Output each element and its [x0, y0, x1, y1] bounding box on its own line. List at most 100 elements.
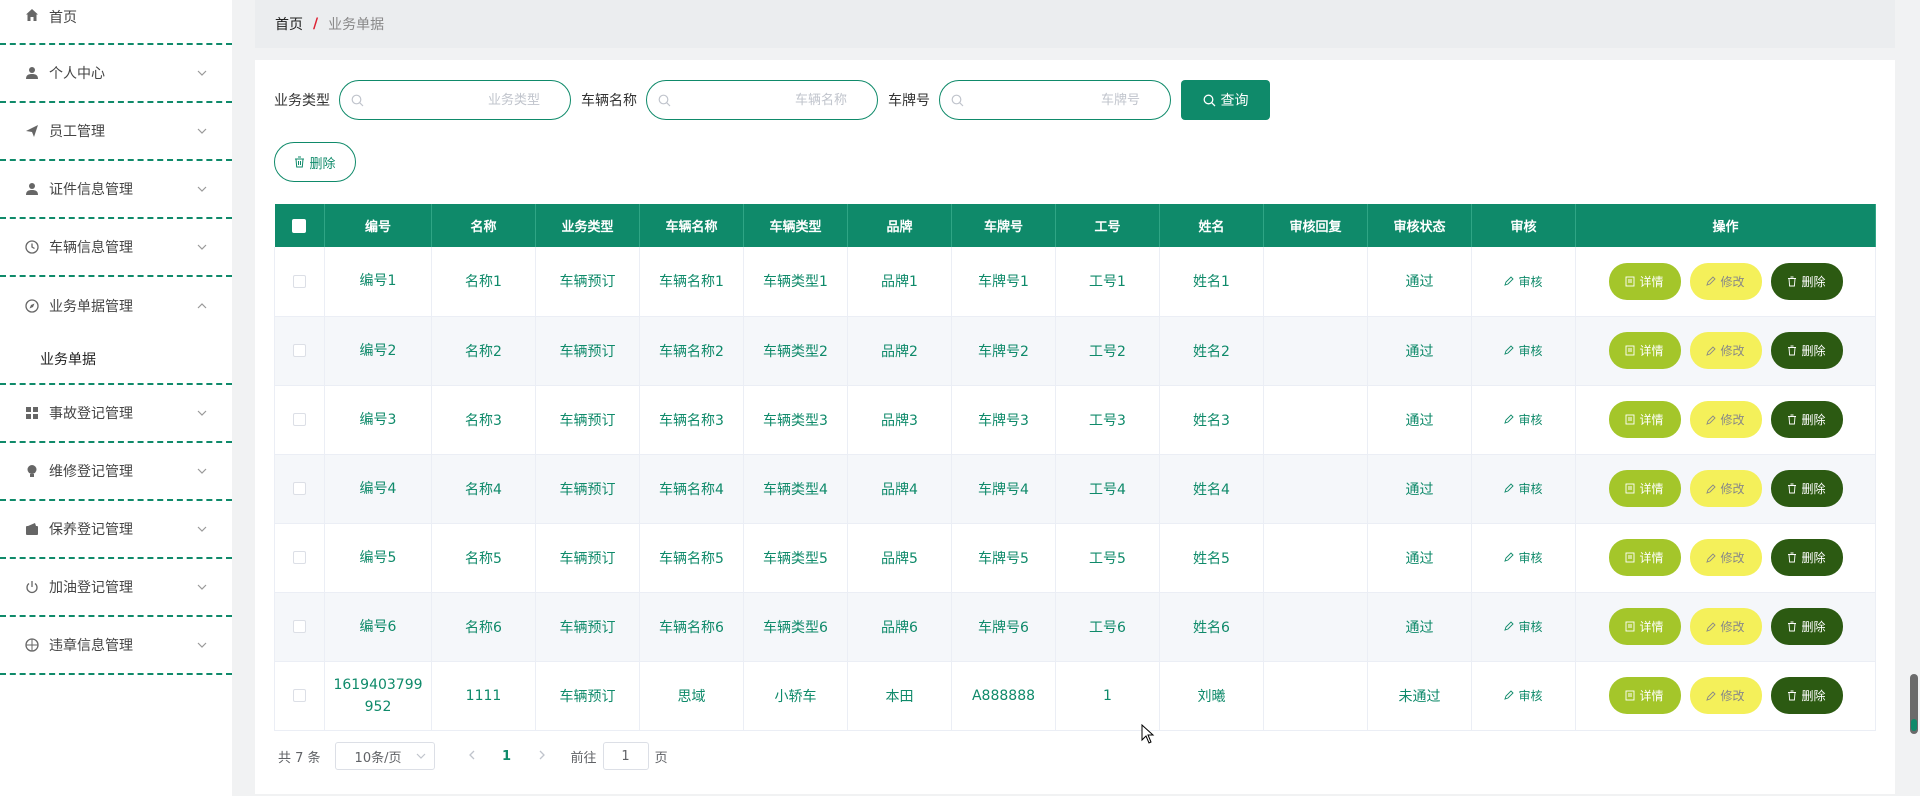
- cell-vehicle-type-text: 车辆类型3: [763, 412, 828, 429]
- page-scrollbar[interactable]: [1910, 674, 1918, 734]
- batch-delete-button[interactable]: 删除: [274, 142, 356, 182]
- row-checkbox[interactable]: [293, 413, 306, 426]
- cell-person-name-text: 刘曦: [1197, 688, 1226, 705]
- row-checkbox[interactable]: [293, 551, 306, 564]
- breadcrumb-home[interactable]: 首页: [275, 14, 303, 34]
- cell-id-text: 1619403799952: [333, 676, 423, 715]
- audit-button[interactable]: 审核: [1504, 549, 1543, 566]
- sidebar-item-certificates[interactable]: 证件信息管理: [0, 161, 232, 219]
- cell-name-text: 名称4: [465, 481, 502, 498]
- sidebar-item-personal-center[interactable]: 个人中心: [0, 45, 232, 103]
- cell-person-name: 姓名2: [1159, 316, 1264, 386]
- delete-button[interactable]: 删除: [1770, 401, 1843, 438]
- sidebar-item-accidents[interactable]: 事故登记管理: [0, 385, 232, 443]
- delete-button[interactable]: 删除: [1770, 262, 1843, 300]
- column-header: 审核: [1471, 204, 1576, 247]
- cell-id: 编号3: [324, 385, 432, 455]
- sidebar-item-refuel[interactable]: 加油登记管理: [0, 559, 232, 617]
- column-header: 操作: [1575, 204, 1876, 247]
- cell-id: 编号4: [324, 454, 432, 524]
- sidebar-item-home[interactable]: 首页: [0, 0, 232, 45]
- cell-person-name: 姓名5: [1159, 523, 1264, 593]
- select-all-checkbox[interactable]: [292, 218, 307, 233]
- row-checkbox[interactable]: [293, 344, 306, 357]
- send-icon: [24, 123, 40, 139]
- delete-button[interactable]: 删除: [1770, 608, 1843, 645]
- goto-page-input[interactable]: [602, 742, 649, 770]
- detail-button[interactable]: 详情: [1608, 401, 1681, 438]
- sidebar-item-violations[interactable]: 违章信息管理: [0, 617, 232, 675]
- detail-button[interactable]: 详情: [1608, 608, 1681, 645]
- edit-button[interactable]: 修改: [1689, 262, 1762, 300]
- delete-button[interactable]: 删除: [1770, 539, 1843, 576]
- edit-button[interactable]: 修改: [1689, 677, 1762, 714]
- detail-button[interactable]: 详情: [1608, 677, 1681, 714]
- audit-button[interactable]: 审核: [1504, 411, 1543, 428]
- cell-brand: 品牌3: [847, 385, 952, 455]
- row-checkbox[interactable]: [293, 689, 306, 702]
- detail-button[interactable]: 详情: [1608, 262, 1681, 300]
- page-number-current[interactable]: 1: [487, 749, 527, 764]
- cell-id: 编号6: [324, 592, 432, 662]
- detail-button[interactable]: 详情: [1608, 539, 1681, 576]
- delete-button[interactable]: 删除: [1770, 677, 1843, 714]
- cell-id-text: 编号2: [359, 342, 397, 359]
- cell-vehicle-type: 车辆类型4: [743, 454, 848, 524]
- breadcrumb: 首页 / 业务单据: [255, 0, 1895, 48]
- audit-button[interactable]: 审核: [1504, 480, 1543, 497]
- plate-input[interactable]: [940, 81, 1170, 119]
- audit-button[interactable]: 审核: [1504, 342, 1543, 359]
- edit-icon: [1504, 552, 1515, 562]
- audit-button[interactable]: 审核: [1504, 273, 1543, 290]
- sidebar-item-vehicles[interactable]: 车辆信息管理: [0, 219, 232, 277]
- edit-button[interactable]: 修改: [1689, 401, 1762, 438]
- next-page-button[interactable]: [527, 748, 557, 764]
- cell-brand-text: 品牌3: [881, 412, 918, 429]
- cell-audit-status: 通过: [1367, 316, 1472, 386]
- business-type-input[interactable]: [340, 81, 570, 119]
- edit-button[interactable]: 修改: [1689, 608, 1762, 645]
- edit-button[interactable]: 修改: [1689, 470, 1762, 507]
- cell-brand: 本田: [847, 661, 952, 731]
- sidebar-subitem-business-docs[interactable]: 业务单据: [0, 335, 232, 385]
- cell-job-no-text: 工号3: [1089, 412, 1126, 429]
- audit-button[interactable]: 审核: [1504, 687, 1543, 704]
- row-checkbox[interactable]: [293, 620, 306, 633]
- cell-business-type-text: 车辆预订: [559, 274, 616, 291]
- edit-button[interactable]: 修改: [1689, 332, 1762, 369]
- audit-button[interactable]: 审核: [1504, 618, 1543, 635]
- goto-prefix: 前往: [570, 750, 597, 766]
- cell-name-text: 名称1: [465, 274, 502, 291]
- table-row: 1619403799952 1111 车辆预订 思域 小轿车 本田 A888888 1 刘曦 未通…: [274, 661, 1876, 731]
- sidebar-item-business-docs[interactable]: 业务单据管理: [0, 277, 232, 335]
- total-count: 共 7 条: [278, 750, 321, 766]
- cell-person-name: 刘曦: [1159, 661, 1264, 731]
- delete-button-label: 删除: [1801, 482, 1826, 496]
- row-checkbox[interactable]: [293, 482, 306, 495]
- column-header: 车辆名称: [639, 204, 744, 247]
- column-header: 工号: [1055, 204, 1160, 247]
- power-icon: [24, 579, 40, 595]
- sidebar-item-maintenance[interactable]: 保养登记管理: [0, 501, 232, 559]
- audit-button-label: 审核: [1518, 481, 1543, 496]
- detail-button[interactable]: 详情: [1608, 332, 1681, 369]
- prev-page-button[interactable]: [457, 748, 487, 764]
- cell-audit: 审核: [1471, 316, 1576, 386]
- user-icon: [24, 181, 40, 197]
- cell-vehicle-type: 车辆类型1: [743, 247, 848, 317]
- edit-button[interactable]: 修改: [1689, 539, 1762, 576]
- column-header: 品牌: [847, 204, 952, 247]
- page-size-select[interactable]: 10条/页: [334, 742, 435, 770]
- detail-button[interactable]: 详情: [1608, 470, 1681, 507]
- sidebar-item-staff[interactable]: 员工管理: [0, 103, 232, 161]
- cell-plate-text: 车牌号2: [978, 343, 1029, 360]
- query-button[interactable]: 查询: [1181, 80, 1270, 120]
- delete-button[interactable]: 删除: [1770, 332, 1843, 369]
- vehicle-name-input[interactable]: [647, 81, 877, 119]
- cell-business-type-text: 车辆预订: [559, 343, 616, 360]
- delete-button[interactable]: 删除: [1770, 470, 1843, 507]
- sidebar-item-repairs[interactable]: 维修登记管理: [0, 443, 232, 501]
- trash-icon: [1788, 552, 1797, 563]
- detail-button-label: 详情: [1639, 689, 1664, 703]
- row-checkbox[interactable]: [293, 274, 306, 288]
